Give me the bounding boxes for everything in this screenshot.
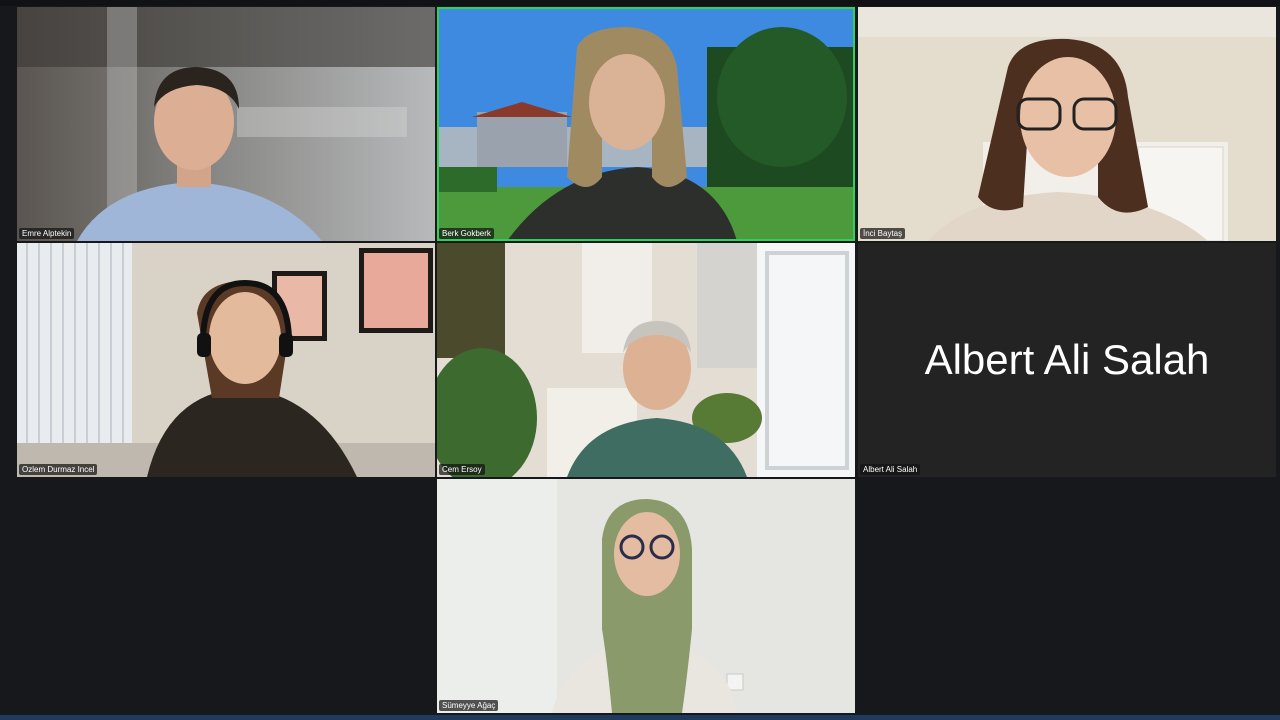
video-tile-emre-alptekin[interactable]: Emre Alptekin — [17, 7, 435, 241]
participant-name-label: Emre Alptekin — [19, 228, 75, 239]
participant-name-label: Cem Ersoy — [439, 464, 485, 475]
participant-name-label: Albert Ali Salah — [860, 464, 921, 475]
video-tile-ozlem-durmaz-incel[interactable]: Ozlem Durmaz Incel — [17, 243, 435, 477]
video-feed — [17, 7, 435, 241]
participant-name-label: Sümeyye Ağaç — [439, 700, 499, 711]
participant-name-label: Berk Gokberk — [439, 228, 494, 239]
video-tile-inci-baytas[interactable]: İnci Baytaş — [858, 7, 1276, 241]
video-feed — [437, 243, 855, 477]
video-feed — [858, 7, 1276, 241]
video-feed — [437, 7, 855, 241]
top-bar — [0, 0, 1280, 6]
participant-display-name: Albert Ali Salah — [924, 336, 1210, 383]
bottom-bar — [0, 715, 1280, 720]
video-tile-albert-ali-salah[interactable]: Albert Ali Salah Albert Ali Salah — [858, 243, 1276, 477]
participant-name-label: İnci Baytaş — [860, 228, 906, 239]
video-tile-berk-gokberk[interactable]: Berk Gokberk — [437, 7, 855, 241]
video-feed — [17, 243, 435, 477]
video-tile-cem-ersoy[interactable]: Cem Ersoy — [437, 243, 855, 477]
video-tile-sumeyye-agac[interactable]: Sümeyye Ağaç — [437, 479, 855, 713]
video-feed — [437, 479, 855, 713]
participant-name-label: Ozlem Durmaz Incel — [19, 464, 98, 475]
